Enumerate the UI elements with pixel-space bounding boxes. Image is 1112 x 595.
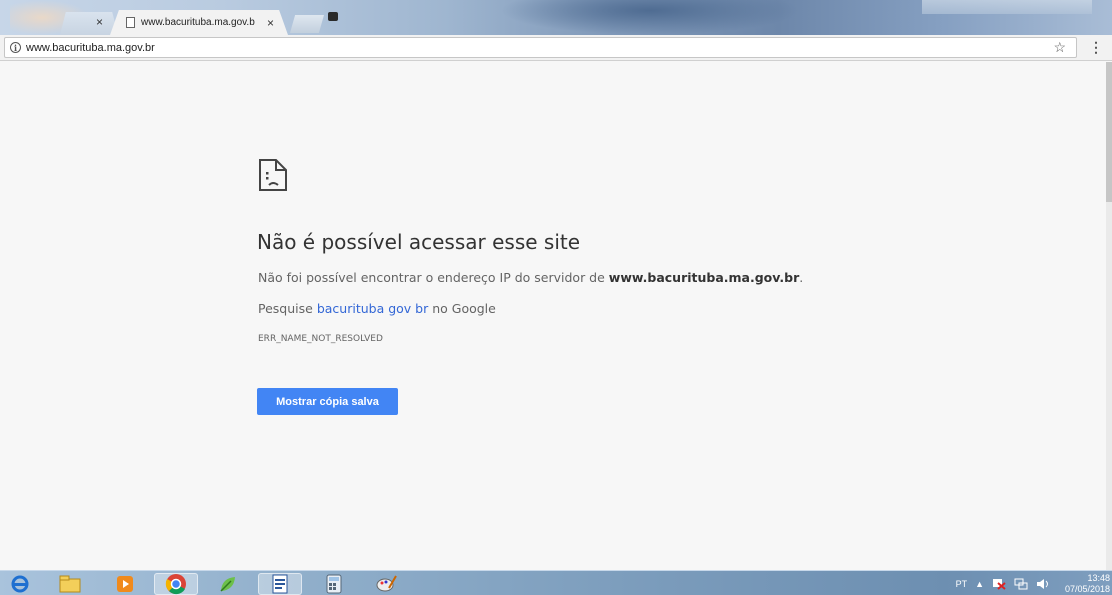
window-thumbnail bbox=[328, 12, 338, 21]
page-icon bbox=[126, 17, 135, 28]
media-player-icon[interactable] bbox=[103, 573, 147, 595]
sad-page-icon bbox=[259, 159, 287, 191]
clock-time: 13:48 bbox=[1087, 573, 1110, 583]
show-saved-copy-button[interactable]: Mostrar cópia salva bbox=[257, 388, 398, 415]
network-icon[interactable] bbox=[1014, 578, 1028, 590]
volume-icon[interactable] bbox=[1036, 578, 1050, 590]
scrollbar-thumb[interactable] bbox=[1106, 62, 1112, 202]
address-url[interactable]: www.bacurituba.ma.gov.br bbox=[26, 42, 155, 54]
address-bar[interactable]: i www.bacurituba.ma.gov.br ☆ bbox=[4, 37, 1077, 58]
search-suffix: no Google bbox=[428, 301, 496, 316]
paint-icon[interactable] bbox=[364, 573, 408, 595]
search-prefix: Pesquise bbox=[258, 301, 317, 316]
clock-date: 07/05/2018 bbox=[1064, 584, 1110, 594]
chrome-icon[interactable] bbox=[154, 573, 198, 595]
system-clock[interactable]: 13:48 07/05/2018 bbox=[1065, 573, 1110, 595]
dns-message-suffix: . bbox=[799, 270, 804, 285]
tab-title: www.bacurituba.ma.gov.b bbox=[141, 17, 255, 28]
tab-active[interactable]: www.bacurituba.ma.gov.b × bbox=[110, 10, 288, 35]
dns-host: www.bacurituba.ma.gov.br bbox=[608, 270, 800, 285]
tab-close-icon[interactable]: × bbox=[267, 16, 274, 30]
error-dns-message: Não foi possível encontrar o endereço IP… bbox=[258, 270, 803, 285]
search-link[interactable]: bacurituba gov br bbox=[317, 301, 428, 316]
document-editor-icon[interactable] bbox=[258, 573, 302, 595]
tab-close-icon[interactable]: × bbox=[96, 15, 103, 29]
tray-expand-arrow[interactable]: ▲ bbox=[975, 579, 984, 589]
error-code: ERR_NAME_NOT_RESOLVED bbox=[258, 334, 383, 344]
calculator-icon[interactable] bbox=[312, 573, 356, 595]
new-tab-button[interactable] bbox=[290, 15, 324, 33]
browser-toolbar: i www.bacurituba.ma.gov.br ☆ bbox=[0, 35, 1112, 61]
bookmark-star-icon[interactable]: ☆ bbox=[1053, 39, 1066, 56]
info-icon[interactable]: i bbox=[10, 42, 21, 53]
browser-menu-icon[interactable]: ⋮ bbox=[1089, 39, 1103, 56]
tab-background[interactable]: × bbox=[60, 12, 118, 35]
dns-message-prefix: Não foi possível encontrar o endereço IP… bbox=[258, 270, 609, 285]
window-controls-area bbox=[922, 0, 1092, 14]
internet-explorer-icon[interactable] bbox=[2, 573, 38, 595]
error-title: Não é possível acessar esse site bbox=[257, 230, 581, 254]
file-explorer-icon[interactable] bbox=[48, 573, 92, 595]
leaf-app-icon[interactable] bbox=[206, 573, 250, 595]
action-center-flag-icon[interactable] bbox=[992, 578, 1006, 590]
language-indicator[interactable]: PT bbox=[956, 579, 968, 589]
tab-strip: × www.bacurituba.ma.gov.b × bbox=[0, 0, 1112, 35]
error-search-suggestion: Pesquise bacurituba gov br no Google bbox=[258, 301, 496, 316]
windows-taskbar: PT ▲ 13:48 07/05/2018 bbox=[0, 570, 1112, 595]
